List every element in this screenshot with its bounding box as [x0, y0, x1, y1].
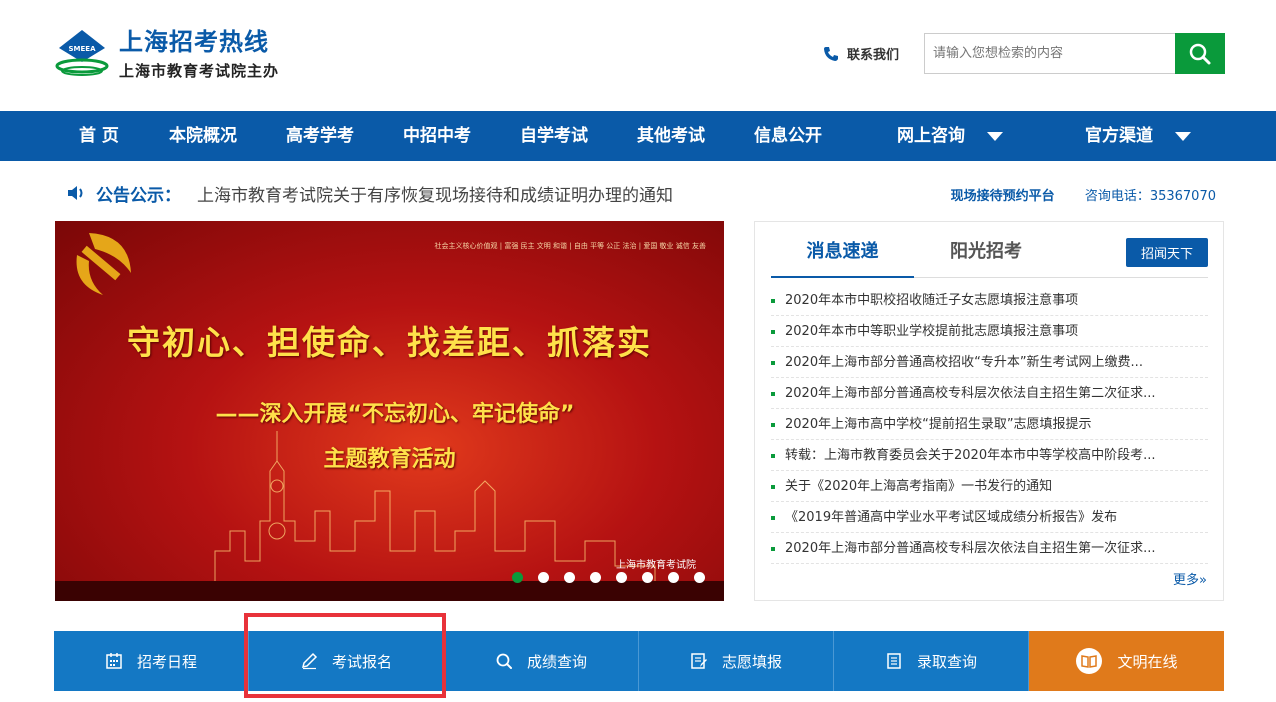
header: SMEEA 上海招考热线 上海市教育考试院主办 联系我们	[0, 0, 1276, 111]
notice-link[interactable]: 上海市教育考试院关于有序恢复现场接待和成绩证明办理的通知	[197, 181, 673, 206]
quick-exam-registration-label: 考试报名	[331, 652, 392, 671]
banner-org: 上海市教育考试院	[616, 560, 696, 571]
news-item[interactable]: 《2019年普通高中学业水平考试区域成绩分析报告》发布	[771, 502, 1208, 533]
logo-badge-text: SMEEA	[69, 45, 97, 53]
document-icon	[887, 653, 901, 669]
pencil-icon	[301, 652, 318, 670]
carousel-dots	[512, 572, 720, 583]
banner-carousel[interactable]: 社会主义核心价值观 | 富强 民主 文明 和谐 | 自由 平等 公正 法治 | …	[55, 221, 724, 601]
consult-phone: 咨询电话：35367070	[1084, 189, 1216, 204]
carousel-dot[interactable]	[564, 572, 575, 583]
site-title: 上海招考热线	[119, 28, 269, 56]
phone-icon	[824, 46, 838, 61]
quick-application-fill-label: 志愿填报	[721, 652, 782, 671]
banner-footer-strip	[55, 581, 724, 601]
news-item[interactable]: 转载：上海市教育委员会关于2020年本市中等学校高中阶段考...	[771, 440, 1208, 471]
carousel-dot[interactable]	[694, 572, 705, 583]
news-item[interactable]: 关于《2020年上海高考指南》一书发行的通知	[771, 471, 1208, 502]
news-list: 2020年本市中职校招收随迁子女志愿填报注意事项 2020年本市中等职业学校提前…	[771, 285, 1208, 564]
banner-values-text: 社会主义核心价值观 | 富强 民主 文明 和谐 | 自由 平等 公正 法治 | …	[434, 242, 706, 250]
carousel-dot[interactable]	[512, 572, 523, 583]
site-logo[interactable]: SMEEA 上海招考热线 上海市教育考试院主办	[55, 28, 279, 81]
banner-line3: 主题教育活动	[323, 447, 456, 472]
banner-headline: 守初心、担使命、找差距、抓落实	[127, 323, 652, 362]
search-input[interactable]	[924, 33, 1175, 74]
banner-line2: ——深入开展“不忘初心、牢记使命”	[215, 402, 575, 427]
contact-label: 联系我们	[847, 48, 900, 63]
news-item[interactable]: 2020年本市中职校招收随迁子女志愿填报注意事项	[771, 285, 1208, 316]
quick-application-fill[interactable]: 志愿填报	[639, 631, 834, 691]
search-icon	[496, 653, 512, 669]
logo-emblem-icon: SMEEA	[55, 28, 109, 78]
news-item[interactable]: 2020年上海市部分普通高校招收“专升本”新生考试网上缴费...	[771, 347, 1208, 378]
carousel-dot[interactable]	[538, 572, 549, 583]
quick-admission-query[interactable]: 录取查询	[834, 631, 1029, 691]
news-item[interactable]: 2020年上海市高中学校“提前招生录取”志愿填报提示	[771, 409, 1208, 440]
quick-exam-schedule[interactable]: 招考日程	[54, 631, 249, 691]
form-edit-icon	[691, 653, 707, 669]
nav-zhongkao[interactable]: 中招中考	[403, 111, 471, 161]
quick-admission-query-label: 录取查询	[916, 652, 977, 671]
nav-gaokao[interactable]: 高考学考	[286, 111, 354, 161]
nav-other-exams[interactable]: 其他考试	[637, 111, 705, 161]
chevron-down-icon	[987, 131, 1003, 141]
carousel-dot[interactable]	[616, 572, 627, 583]
speaker-icon	[68, 186, 83, 200]
tab-news-express[interactable]: 消息速递	[771, 238, 914, 278]
quick-score-query[interactable]: 成绩查询	[444, 631, 639, 691]
chevron-down-icon	[1175, 131, 1191, 141]
carousel-dot[interactable]	[590, 572, 601, 583]
nav-info-public[interactable]: 信息公开	[754, 111, 822, 161]
site-subtitle: 上海市教育考试院主办	[119, 62, 280, 80]
news-tabs: 消息速递 阳光招考 招闻天下	[771, 238, 1208, 278]
contact-us-link[interactable]: 联系我们	[823, 44, 899, 63]
nav-online-consult[interactable]: 网上咨询	[897, 111, 1003, 161]
news-item[interactable]: 2020年上海市部分普通高校专科层次依法自主招生第二次征求...	[771, 378, 1208, 409]
search-button[interactable]	[1175, 33, 1225, 74]
news-world-button[interactable]: 招闻天下	[1126, 238, 1208, 267]
news-item[interactable]: 2020年本市中等职业学校提前批志愿填报注意事项	[771, 316, 1208, 347]
notice-label: 公告公示：	[96, 185, 181, 206]
nav-about[interactable]: 本院概况	[169, 111, 237, 161]
quick-exam-schedule-label: 招考日程	[136, 652, 197, 671]
reception-booking-link[interactable]: 现场接待预约平台	[951, 189, 1055, 204]
notice-bar: 公告公示： 上海市教育考试院关于有序恢复现场接待和成绩证明办理的通知 现场接待预…	[66, 178, 1216, 208]
nav-home[interactable]: 首 页	[79, 111, 119, 161]
tab-sunshine-admissions[interactable]: 阳光招考	[916, 238, 1056, 278]
carousel-dot[interactable]	[668, 572, 679, 583]
carousel-dot[interactable]	[642, 572, 653, 583]
quick-score-query-label: 成绩查询	[526, 652, 587, 671]
quick-civility-online[interactable]: 文明在线	[1029, 631, 1224, 691]
quick-exam-registration[interactable]: 考试报名	[249, 631, 444, 691]
more-link[interactable]: 更多»	[1173, 569, 1207, 588]
book-icon	[1076, 648, 1103, 674]
nav-self-study-exam[interactable]: 自学考试	[520, 111, 588, 161]
search-icon	[1189, 43, 1211, 64]
news-panel: 消息速递 阳光招考 招闻天下 2020年本市中职校招收随迁子女志愿填报注意事项 …	[754, 221, 1224, 601]
nav-online-consult-label: 网上咨询	[897, 126, 965, 146]
search-box	[924, 33, 1225, 74]
main-nav: 首 页 本院概况 高考学考 中招中考 自学考试 其他考试 信息公开 网上咨询 官…	[0, 111, 1276, 161]
quick-civility-online-label: 文明在线	[1117, 652, 1178, 671]
news-item[interactable]: 2020年上海市部分普通高校专科层次依法自主招生第一次征求...	[771, 533, 1208, 564]
nav-official-channels-label: 官方渠道	[1085, 126, 1153, 146]
quick-links-bar: 招考日程 考试报名 成绩查询 志愿填报 录取查询 文明在线	[54, 631, 1224, 691]
nav-official-channels[interactable]: 官方渠道	[1085, 111, 1191, 161]
calendar-icon	[106, 653, 122, 669]
